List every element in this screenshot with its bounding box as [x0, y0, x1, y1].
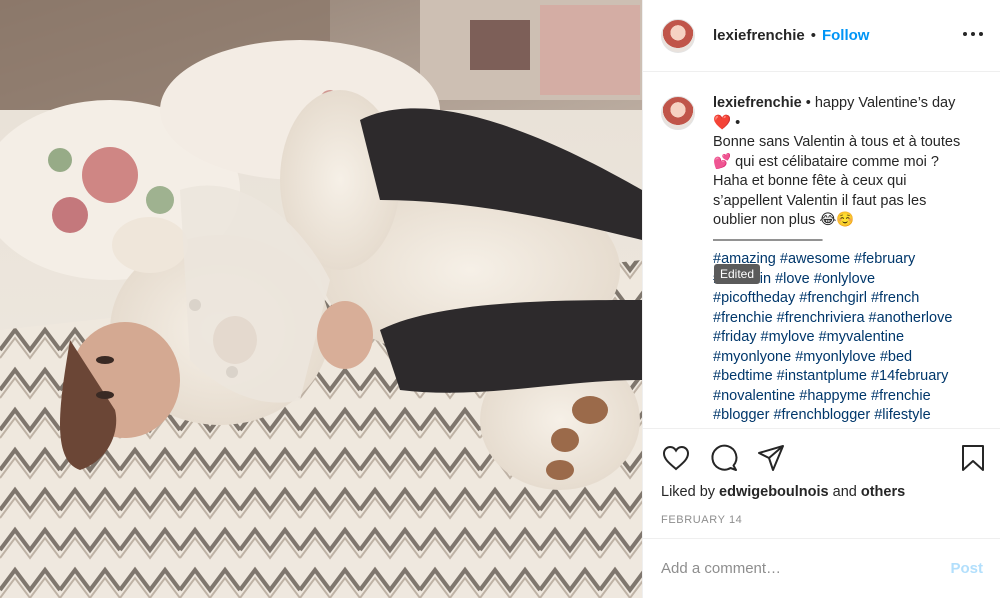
likes-prefix: Liked by — [661, 484, 716, 500]
post-photo[interactable] — [0, 0, 642, 598]
more-options-icon[interactable] — [963, 27, 983, 41]
caption-text: lexiefrenchie • happy Valentine’s day ❤️… — [713, 94, 983, 427]
header-username[interactable]: lexiefrenchie — [713, 27, 805, 44]
post-comment-button[interactable]: Post — [950, 560, 983, 577]
hashtag-link[interactable]: #frenchie #frenchriviera #anotherlove — [713, 310, 952, 326]
post-header: lexiefrenchie • Follow — [643, 0, 1000, 72]
comment-icon[interactable] — [709, 443, 739, 473]
hashtag-link[interactable]: #bedtime #instantplume #14february — [713, 368, 948, 384]
likes-summary: Liked by edwigeboulnois and others — [661, 484, 905, 500]
caption-divider: ———————– — [713, 231, 823, 248]
caption-line: s’appellent Valentin il faut pas les — [713, 192, 927, 209]
caption-username[interactable]: lexiefrenchie — [713, 95, 802, 111]
paper-plane-icon[interactable] — [756, 443, 786, 473]
edited-tooltip: Edited — [714, 264, 761, 284]
caption-line: Haha et bonne fête à ceux qui — [713, 173, 907, 189]
likes-others-link[interactable]: others — [861, 484, 905, 500]
add-comment-bar: Post — [643, 538, 1000, 598]
hashtag-link[interactable]: #myonlyone #myonlylove #bed — [713, 349, 912, 365]
hashtag-link[interactable]: #novalentine #happyme #frenchie — [713, 388, 931, 404]
caption-line: happy Valentine’s day — [814, 95, 956, 111]
caption-line: 💕 qui est célibataire comme moi ? — [713, 153, 939, 170]
caption-separator: • — [805, 95, 811, 111]
header-separator: • — [810, 27, 816, 44]
hashtag-link[interactable]: #blogger #frenchblogger #lifestyle — [713, 407, 931, 423]
follow-button[interactable]: Follow — [822, 27, 870, 44]
hashtag-link[interactable]: #friday #mylove #myvalentine — [713, 329, 904, 345]
avatar[interactable] — [661, 96, 695, 130]
bookmark-icon[interactable] — [958, 443, 988, 473]
heart-icon[interactable] — [661, 443, 691, 473]
caption-line: ❤️ • — [713, 114, 741, 131]
post-date[interactable]: FEBRUARY 14 — [661, 514, 742, 526]
caption-area: lexiefrenchie • happy Valentine’s day ❤️… — [643, 72, 1000, 427]
post-image — [0, 0, 642, 598]
caption-line: Bonne sans Valentin à tous et à toutes — [713, 134, 961, 150]
avatar[interactable] — [661, 18, 695, 53]
comment-input[interactable] — [661, 560, 951, 577]
action-bar — [643, 428, 1000, 488]
hashtag-link[interactable]: #picoftheday #frenchgirl #french — [713, 290, 919, 306]
caption-line: oublier non plus 😂☺️ — [713, 212, 855, 228]
liked-by-user[interactable]: edwigeboulnois — [719, 484, 829, 500]
likes-connector: and — [832, 484, 857, 500]
post-side-panel: lexiefrenchie • Follow lexiefrenchie • h… — [642, 0, 1000, 598]
